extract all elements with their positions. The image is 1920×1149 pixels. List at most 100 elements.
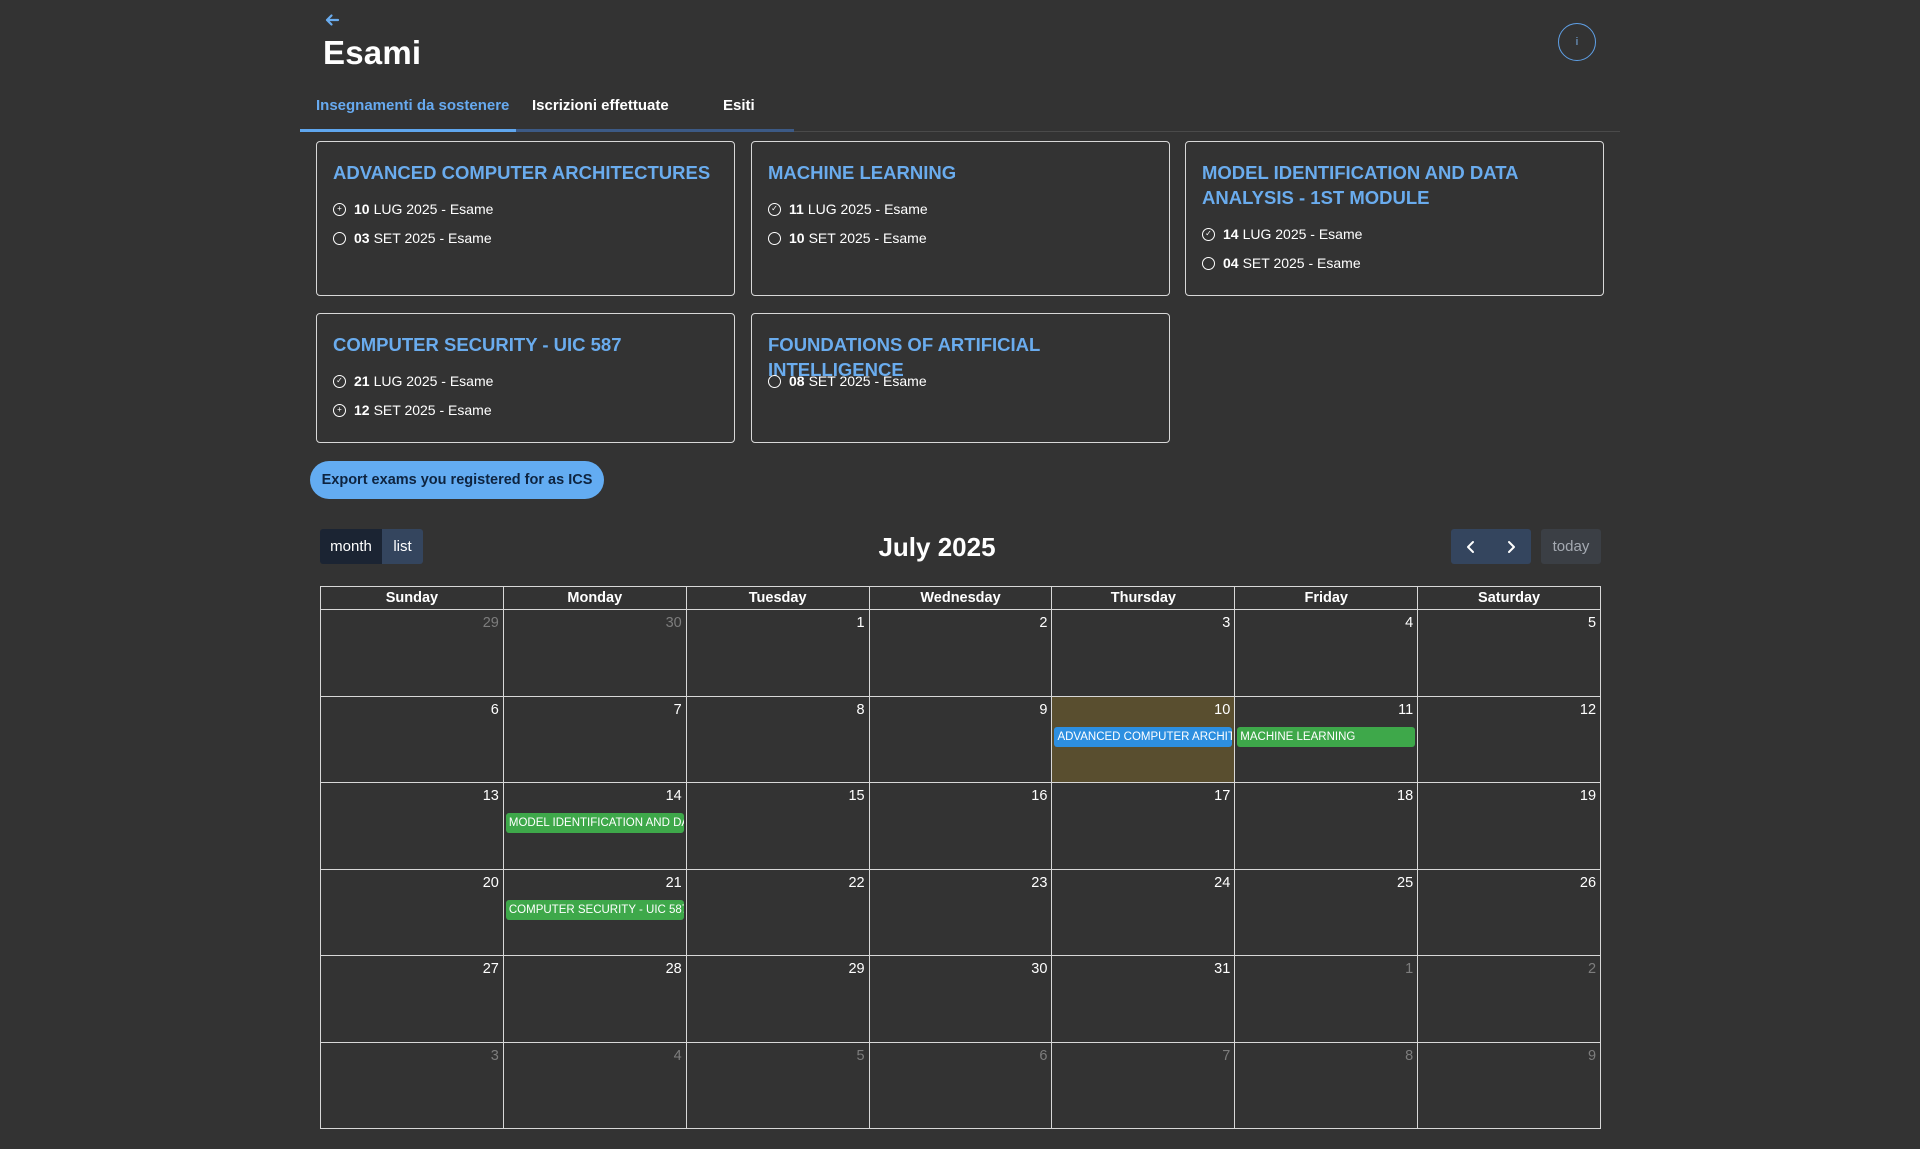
calendar-day-cell[interactable]: 9 <box>870 696 1053 782</box>
calendar-day-cell[interactable]: 8 <box>1235 1042 1419 1128</box>
tab-esiti[interactable]: Esiti <box>723 97 755 114</box>
calendar-day-cell[interactable]: 5 <box>1418 610 1600 696</box>
exam-date-item[interactable]: 08 SET 2025 - Esame <box>768 373 927 389</box>
calendar-week: 6 7 8 9 10 ADVANCED COMPUTER ARCHITECTURES 11 M… <box>321 696 1600 783</box>
weekday-header: Sunday Monday Tuesday Wednesday Thursday Frid… <box>321 587 1600 610</box>
course-title[interactable]: COMPUTER SECURITY - UIC 587 <box>333 332 723 357</box>
exam-date-item[interactable]: +10 LUG 2025 - Esame <box>333 201 493 217</box>
circle-icon <box>768 374 781 388</box>
calendar-day-cell[interactable]: 24 <box>1052 869 1236 955</box>
calendar-day-cell[interactable]: 30 <box>504 610 687 696</box>
calendar-day-cell[interactable]: 28 <box>504 956 687 1042</box>
calendar-day-cell[interactable]: 5 <box>687 1042 870 1128</box>
tab-iscrizioni[interactable]: Iscrizioni effettuate <box>532 97 669 114</box>
tab-insegnamenti[interactable]: Insegnamenti da sostenere <box>316 97 509 114</box>
course-title[interactable]: MODEL IDENTIFICATION AND DATA ANALYSIS -… <box>1202 160 1592 210</box>
day-number: 25 <box>1397 874 1414 891</box>
exam-date-item[interactable]: 10 SET 2025 - Esame <box>768 230 927 246</box>
calendar-day-cell[interactable]: 10 ADVANCED COMPUTER ARCHITECTURES <box>1052 696 1236 782</box>
card-advanced-computer-architectures: ADVANCED COMPUTER ARCHITECTURES +10 LUG 20… <box>316 141 735 296</box>
calendar-week: 29 30 1 2 3 4 5 <box>321 610 1600 697</box>
circle-icon <box>333 231 346 245</box>
calendar-event[interactable]: COMPUTER SECURITY - UIC 587 <box>505 899 684 920</box>
calendar-day-cell[interactable]: 1 <box>687 610 870 696</box>
calendar-day-cell[interactable]: 7 <box>504 696 687 782</box>
calendar-day-cell[interactable]: 2 <box>1418 956 1600 1042</box>
calendar-day-cell[interactable]: 26 <box>1418 870 1600 956</box>
calendar-day-cell[interactable]: 4 <box>1235 610 1419 696</box>
calendar-day-cell[interactable]: 3 <box>1052 610 1236 696</box>
card-computer-security: COMPUTER SECURITY - UIC 587 ✓ 21 LUG 2025 -… <box>316 313 735 443</box>
calendar-event[interactable]: ADVANCED COMPUTER ARCHITECTURES <box>1054 726 1233 747</box>
day-number: 29 <box>848 961 865 977</box>
exam-date-item[interactable]: +12 SET 2025 - Esame <box>333 402 492 418</box>
exam-date-text: SET 2025 - Esame <box>373 402 492 418</box>
calendar-day-cell[interactable]: 21 COMPUTER SECURITY - UIC 587 <box>504 869 687 955</box>
calendar-day-cell[interactable]: 12 <box>1418 697 1600 783</box>
calendar-day-cell[interactable]: 16 <box>870 783 1053 869</box>
exam-date-text: SET 2025 - Esame <box>1242 255 1361 271</box>
calendar-day-cell[interactable]: 14 MODEL IDENTIFICATION AND DATA ANALYSIS… <box>504 783 687 869</box>
weekday-label: Monday <box>504 587 687 609</box>
exam-date-item[interactable]: 04 SET 2025 - Esame <box>1202 255 1361 271</box>
calendar-day-cell[interactable]: 20 <box>321 869 504 955</box>
calendar-day-cell[interactable]: 19 <box>1418 783 1600 869</box>
check-circle-icon: ✓ <box>768 202 781 216</box>
next-month-button[interactable] <box>1491 529 1531 564</box>
calendar-day-cell[interactable]: 18 <box>1235 783 1419 869</box>
calendar-day-cell[interactable]: 13 <box>321 783 504 869</box>
calendar-day-cell[interactable]: 6 <box>321 696 504 782</box>
calendar-day-cell[interactable]: 1 <box>1235 956 1419 1042</box>
weekday-label: Tuesday <box>687 587 870 609</box>
calendar-week: 27 28 29 30 31 1 2 <box>321 956 1600 1043</box>
exam-date-text: LUG 2025 - Esame <box>373 373 494 389</box>
calendar-day-cell[interactable]: 7 <box>1052 1042 1236 1128</box>
calendar-day-cell[interactable]: 6 <box>870 1042 1053 1128</box>
day-number: 9 <box>1039 701 1048 718</box>
exam-date-item[interactable]: 03 SET 2025 - Esame <box>333 230 492 246</box>
exam-date-item[interactable]: ✓ 11 LUG 2025 - Esame <box>768 201 928 217</box>
day-number: 3 <box>1222 615 1231 631</box>
day-number: 11 <box>1398 701 1414 718</box>
course-title[interactable]: ADVANCED COMPUTER ARCHITECTURES <box>333 160 723 185</box>
day-number: 18 <box>1397 788 1414 804</box>
exam-date-item[interactable]: ✓ 21 LUG 2025 - Esame <box>333 373 493 389</box>
calendar-day-cell[interactable]: 30 <box>870 956 1053 1042</box>
day-number: 10 <box>1214 701 1231 718</box>
calendar-day-cell[interactable]: 23 <box>870 869 1053 955</box>
exam-day: 10 <box>354 201 370 217</box>
day-number: 5 <box>856 1047 865 1064</box>
calendar-day-cell[interactable]: 31 <box>1052 956 1236 1042</box>
calendar-day-cell[interactable]: 4 <box>504 1042 687 1128</box>
day-number: 9 <box>1587 1047 1597 1064</box>
today-button[interactable]: today <box>1541 529 1601 564</box>
calendar-day-cell[interactable]: 8 <box>687 696 870 782</box>
back-button[interactable] <box>322 10 342 30</box>
day-number: 30 <box>665 615 682 631</box>
calendar-week: 20 21 COMPUTER SECURITY - UIC 587 22 23 24 25 2… <box>321 869 1600 956</box>
export-ics-button[interactable]: Export exams you registered for as ICS <box>310 461 604 499</box>
card-machine-learning: MACHINE LEARNING ✓ 11 LUG 2025 - Esame 10 SET… <box>751 141 1170 296</box>
calendar-day-cell[interactable]: 29 <box>687 956 870 1042</box>
exam-date-text: LUG 2025 - Esame <box>373 201 494 217</box>
calendar-event[interactable]: MODEL IDENTIFICATION AND DATA ANALYSIS -… <box>505 813 684 833</box>
calendar-day-cell[interactable]: 27 <box>321 956 504 1042</box>
calendar-day-cell[interactable]: 3 <box>321 1042 504 1128</box>
calendar-day-cell[interactable]: 9 <box>1418 1043 1600 1129</box>
exam-day: 03 <box>354 230 370 246</box>
prev-month-button[interactable] <box>1451 529 1491 564</box>
calendar-day-cell[interactable]: 17 <box>1052 783 1236 869</box>
calendar-day-cell[interactable]: 29 <box>321 610 504 696</box>
weekday-label: Friday <box>1235 587 1419 609</box>
calendar-day-cell[interactable]: 15 <box>687 783 870 869</box>
calendar-day-cell[interactable]: 22 <box>687 869 870 955</box>
calendar-day-cell[interactable]: 2 <box>870 610 1053 696</box>
calendar-day-cell[interactable]: 25 <box>1235 869 1419 955</box>
weekday-label: Thursday <box>1052 587 1236 609</box>
course-title[interactable]: MACHINE LEARNING <box>768 160 1158 185</box>
calendar-day-cell[interactable]: 11 MACHINE LEARNING <box>1235 696 1419 782</box>
day-number: 26 <box>1579 874 1597 891</box>
calendar-event[interactable]: MACHINE LEARNING <box>1237 726 1416 747</box>
exam-date-item[interactable]: ✓ 14 LUG 2025 - Esame <box>1202 226 1362 242</box>
info-button[interactable]: i <box>1558 23 1596 61</box>
